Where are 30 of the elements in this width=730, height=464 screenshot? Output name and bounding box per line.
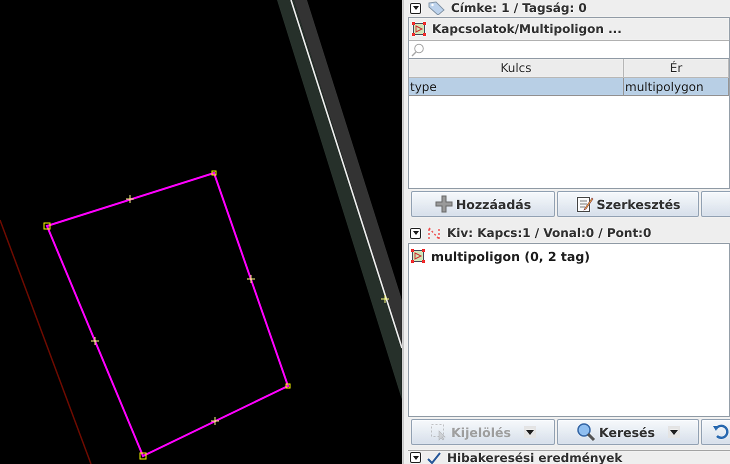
search-button[interactable]: Keresés: [557, 419, 699, 445]
caret-icon[interactable]: [668, 426, 680, 438]
add-button[interactable]: Hozzáadás: [411, 191, 555, 217]
plus-icon: [434, 195, 453, 213]
relation-title: Kapcsolatok/Multipoligon ...: [432, 22, 622, 36]
collapse-toggle[interactable]: [410, 452, 421, 463]
checkmark-icon: [427, 452, 441, 464]
selection-icon: [427, 226, 441, 240]
collapse-toggle[interactable]: [410, 2, 421, 14]
panel-title: Címke: 1 / Tagság: 0: [451, 1, 587, 15]
search-icon: [576, 422, 596, 442]
edit-button[interactable]: Szerkesztés: [557, 191, 699, 217]
tag-icon: [427, 1, 445, 15]
list-item[interactable]: multipoligon (0, 2 tag): [409, 246, 729, 266]
panel-title: Hibakeresési eredmények: [447, 450, 622, 464]
table-cell[interactable]: multipolygon: [624, 78, 729, 96]
column-header[interactable]: Kulcs: [409, 59, 624, 78]
panel-title: Kiv: Kapcs:1 / Vonal:0 / Pont:0: [447, 226, 652, 240]
search-field[interactable]: [409, 40, 729, 59]
search-icon: [411, 42, 425, 56]
history-button[interactable]: [701, 419, 730, 445]
notepad-pencil-icon: [576, 195, 594, 213]
table-cell[interactable]: type: [409, 78, 624, 96]
undo-arrow-icon: [712, 423, 730, 441]
selection-cursor-icon: [430, 423, 448, 441]
relation-icon: [412, 22, 426, 36]
collapse-toggle[interactable]: [410, 228, 421, 238]
node-marker: [380, 294, 390, 304]
column-header[interactable]: Ér: [624, 59, 729, 78]
relation-icon: [411, 249, 425, 263]
